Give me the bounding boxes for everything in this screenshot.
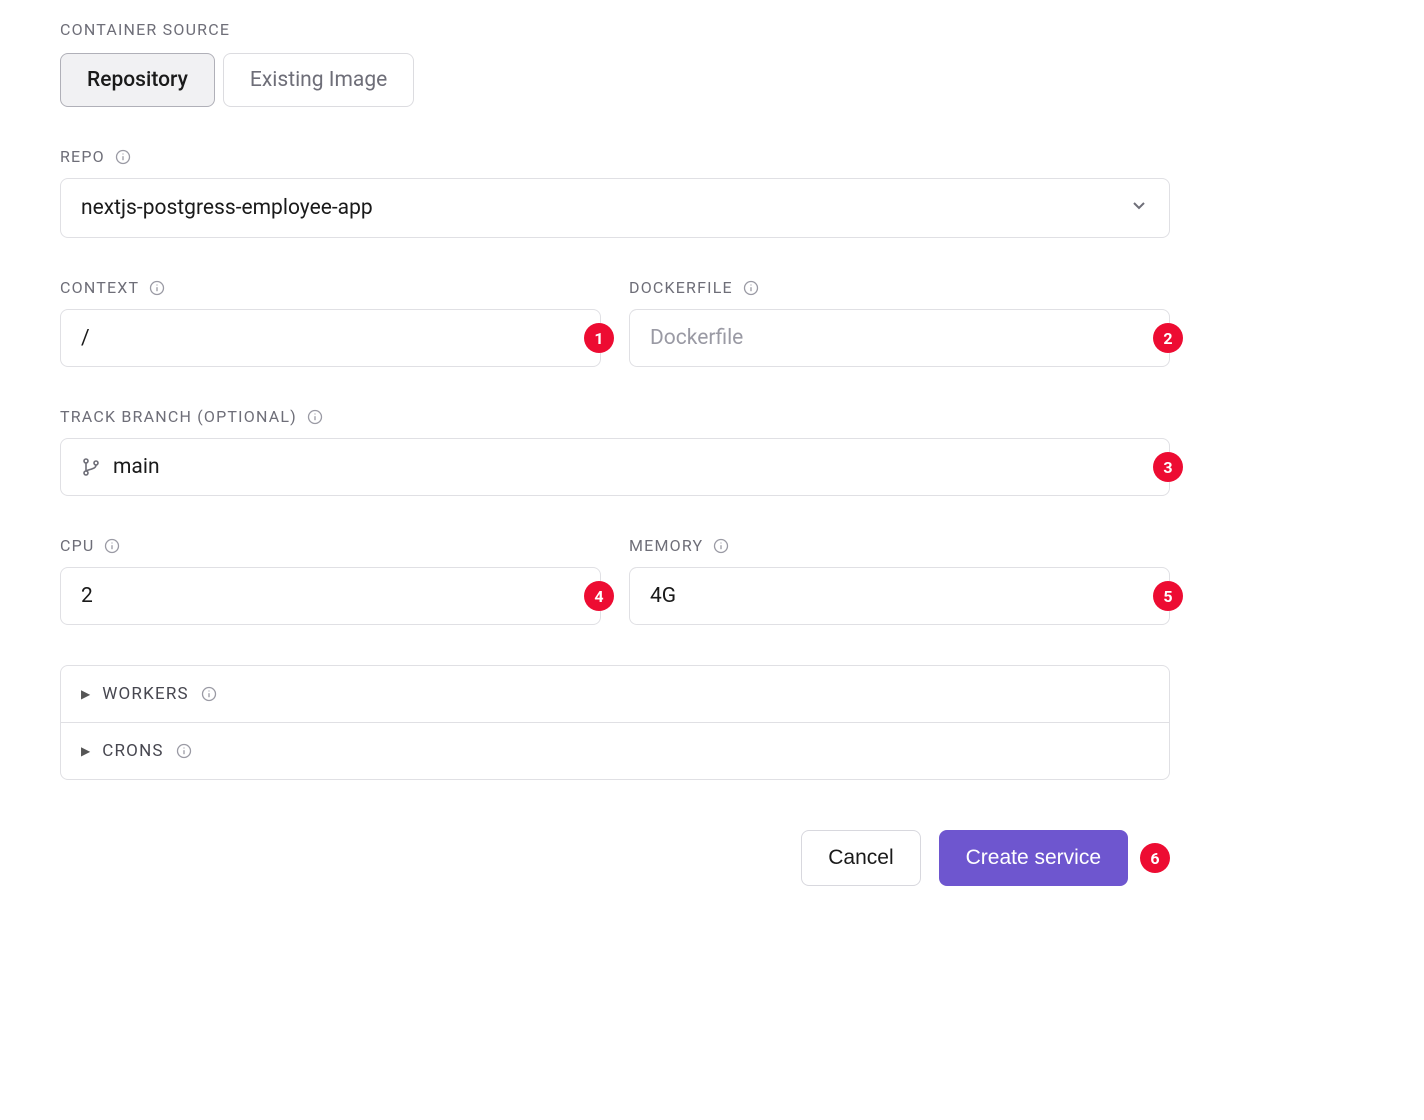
info-icon[interactable] <box>104 538 120 554</box>
context-value: / <box>81 326 580 350</box>
triangle-right-icon: ▶ <box>81 744 90 758</box>
track-branch-label: TRACK BRANCH (OPTIONAL) <box>60 407 1170 426</box>
chevron-down-icon <box>1129 195 1149 221</box>
info-icon[interactable] <box>713 538 729 554</box>
triangle-right-icon: ▶ <box>81 687 90 701</box>
tab-repository[interactable]: Repository <box>60 53 215 107</box>
annotation-badge-6: 6 <box>1140 843 1170 873</box>
memory-value: 4G <box>650 584 1149 608</box>
context-label: CONTEXT <box>60 278 601 297</box>
cpu-label: CPU <box>60 536 601 555</box>
container-source-tabs: Repository Existing Image <box>60 53 1170 107</box>
context-input[interactable]: / 1 <box>60 309 601 367</box>
memory-input[interactable]: 4G 5 <box>629 567 1170 625</box>
annotation-badge-1: 1 <box>584 323 614 353</box>
create-service-button[interactable]: Create service <box>939 830 1128 886</box>
cancel-button[interactable]: Cancel <box>801 830 920 886</box>
cpu-value: 2 <box>81 584 580 608</box>
info-icon[interactable] <box>743 280 759 296</box>
info-icon[interactable] <box>149 280 165 296</box>
info-icon[interactable] <box>115 149 131 165</box>
dockerfile-label: DOCKERFILE <box>629 278 1170 297</box>
annotation-badge-2: 2 <box>1153 323 1183 353</box>
cpu-input[interactable]: 2 4 <box>60 567 601 625</box>
workers-label: WORKERS <box>102 684 189 704</box>
track-branch-input[interactable]: main 3 <box>60 438 1170 496</box>
actions-row: Cancel Create service 6 <box>60 830 1170 886</box>
info-icon[interactable] <box>176 743 192 759</box>
repo-select[interactable]: nextjs-postgress-employee-app <box>60 178 1170 238</box>
track-branch-value: main <box>113 455 1149 479</box>
memory-label: MEMORY <box>629 536 1170 555</box>
container-source-label-text: CONTAINER SOURCE <box>60 20 230 39</box>
workers-section[interactable]: ▶ WORKERS <box>60 665 1170 723</box>
crons-section[interactable]: ▶ CRONS <box>60 723 1170 780</box>
dockerfile-placeholder: Dockerfile <box>650 326 1149 350</box>
info-icon[interactable] <box>201 686 217 702</box>
annotation-badge-5: 5 <box>1153 581 1183 611</box>
annotation-badge-4: 4 <box>584 581 614 611</box>
tab-existing-image[interactable]: Existing Image <box>223 53 414 107</box>
branch-icon <box>81 457 101 477</box>
dockerfile-input[interactable]: Dockerfile 2 <box>629 309 1170 367</box>
crons-label: CRONS <box>102 741 163 761</box>
annotation-badge-3: 3 <box>1153 452 1183 482</box>
repo-select-value: nextjs-postgress-employee-app <box>81 196 373 220</box>
repo-label: REPO <box>60 147 1170 166</box>
container-source-label: CONTAINER SOURCE <box>60 20 1170 39</box>
info-icon[interactable] <box>307 409 323 425</box>
